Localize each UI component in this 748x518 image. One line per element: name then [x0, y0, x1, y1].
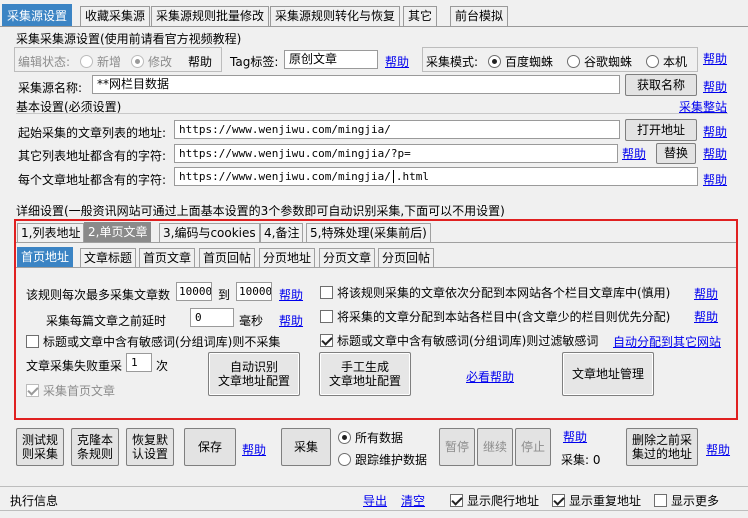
each-url-input[interactable]: https://www.wenjiwu.com/mingjia/.html — [174, 167, 698, 186]
clear-link[interactable]: 清空 — [401, 492, 425, 509]
each-url-label: 每个文章地址都含有的字符: — [18, 173, 167, 187]
detail-tab-encoding[interactable]: 3,编码与cookies — [159, 223, 260, 242]
detail-tab-special[interactable]: 5,特殊处理(采集前后) — [306, 223, 431, 242]
auto-assign-link[interactable]: 自动分配到其它网站 — [613, 333, 721, 350]
filter-sensitive-checkbox[interactable]: 标题或文章中含有敏感词(分组词库)则过滤敏感词 — [320, 332, 598, 349]
help-delete[interactable]: 帮助 — [706, 441, 730, 458]
log-title: 执行信息 — [10, 494, 59, 508]
sensitive-skip-checkbox[interactable]: 标题或文章中含有敏感词(分组词库)则不采集 — [26, 333, 280, 350]
help-save[interactable]: 帮助 — [242, 441, 266, 458]
show-duplicate-checkbox[interactable]: 显示重复地址 — [552, 492, 641, 509]
help-opt2[interactable]: 帮助 — [694, 308, 718, 325]
radio-track-data[interactable]: 跟踪维护数据 — [338, 451, 427, 468]
edit-state-label: 编辑状态: — [18, 55, 71, 69]
continue-button[interactable]: 继续 — [477, 428, 513, 466]
delay-input[interactable]: 0 — [190, 308, 234, 327]
radio-baidu[interactable]: 百度蜘蛛 — [488, 53, 553, 70]
retry-unit: 次 — [156, 359, 169, 373]
tab-favorites[interactable]: 收藏采集源 — [80, 6, 151, 26]
open-url-button[interactable]: 打开地址 — [625, 119, 697, 141]
show-crawl-checkbox[interactable]: 显示爬行地址 — [450, 492, 539, 509]
max-articles-label: 该规则每次最多采集文章数 — [26, 288, 171, 302]
ms-label: 毫秒 — [239, 314, 264, 328]
help-edit[interactable]: 帮助 — [188, 53, 212, 70]
page-tab-page-reply[interactable]: 分页回帖 — [378, 248, 435, 267]
tab-source-settings[interactable]: 采集源设置 — [2, 4, 73, 27]
radio-google[interactable]: 谷歌蜘蛛 — [567, 53, 632, 70]
source-name-input[interactable]: **网栏目数据 — [92, 75, 620, 94]
collect-button[interactable]: 采集 — [281, 428, 331, 466]
retry-label: 文章采集失败重采 — [26, 359, 123, 373]
tag-input[interactable]: 原创文章 — [284, 50, 378, 69]
retry-input[interactable]: 1 — [126, 353, 152, 372]
to-label: 到 — [218, 288, 231, 302]
detail-title: 详细设置(一般资讯网站可通过上面基本设置的3个参数即可自动识别采集,下面可以不用… — [16, 204, 505, 218]
manual-generate-button[interactable]: 手工生成 文章地址配置 — [319, 352, 411, 396]
export-link[interactable]: 导出 — [363, 492, 387, 509]
radio-all-data[interactable]: 所有数据 — [338, 429, 403, 446]
page-tab-title[interactable]: 文章标题 — [80, 248, 137, 267]
max-from-input[interactable]: 10000 — [176, 282, 212, 301]
delete-collected-button[interactable]: 删除之前采 集过的地址 — [626, 428, 698, 466]
auto-detect-button[interactable]: 自动识别 文章地址配置 — [208, 352, 300, 396]
pause-button[interactable]: 暂停 — [439, 428, 475, 466]
tag-label: Tag标签: — [230, 55, 279, 69]
assign-priority-checkbox[interactable]: 将采集的文章分配到本站各栏目中(含文章少的栏目则优先分配) — [320, 308, 670, 325]
help-opt1[interactable]: 帮助 — [694, 285, 718, 302]
help-replace[interactable]: 帮助 — [703, 145, 727, 162]
help-collect[interactable]: 帮助 — [563, 428, 587, 445]
detail-tab-list[interactable]: 1,列表地址 — [17, 223, 85, 242]
radio-new[interactable]: 新增 — [80, 53, 121, 70]
clone-rule-button[interactable]: 克隆本 条规则 — [71, 428, 119, 466]
start-url-input[interactable]: https://www.wenjiwu.com/mingjia/ — [174, 120, 620, 139]
section-title: 采集采集源设置(使用前请看官方视频教程) — [16, 32, 242, 46]
help-delay[interactable]: 帮助 — [279, 312, 303, 329]
url-manage-button[interactable]: 文章地址管理 — [562, 352, 654, 396]
page-tab-page-article[interactable]: 分页文章 — [319, 248, 376, 267]
tab-other[interactable]: 其它 — [403, 6, 438, 26]
test-rule-button[interactable]: 测试规 则采集 — [16, 428, 64, 466]
max-to-input[interactable]: 10000 — [236, 282, 272, 301]
replace-button[interactable]: 替换 — [656, 143, 696, 164]
radio-modify[interactable]: 修改 — [131, 53, 172, 70]
tab-batch-modify[interactable]: 采集源规则批量修改 — [151, 6, 270, 26]
help-each[interactable]: 帮助 — [703, 171, 727, 188]
help-tag[interactable]: 帮助 — [385, 53, 409, 70]
first-article-checkbox[interactable]: 采集首页文章 — [26, 382, 115, 399]
help-start[interactable]: 帮助 — [703, 123, 727, 140]
delay-label: 采集每篇文章之前延时 — [46, 314, 167, 328]
source-name-label: 采集源名称: — [18, 81, 83, 95]
collect-count: 采集: 0 — [561, 453, 601, 467]
mode-label: 采集模式: — [426, 55, 479, 69]
page-tab-page-url[interactable]: 分页地址 — [259, 248, 316, 267]
help-max[interactable]: 帮助 — [279, 286, 303, 303]
page-tab-first-article[interactable]: 首页文章 — [139, 248, 196, 267]
must-read-help[interactable]: 必看帮助 — [466, 368, 514, 385]
other-list-input[interactable]: https://www.wenjiwu.com/mingjia/?p= — [174, 144, 618, 163]
show-more-checkbox[interactable]: 显示更多 — [654, 492, 719, 509]
restore-default-button[interactable]: 恢复默 认设置 — [126, 428, 174, 466]
detail-tab-note[interactable]: 4,备注 — [260, 223, 304, 242]
tab-frontend-sim[interactable]: 前台模拟 — [450, 6, 509, 26]
help-mode[interactable]: 帮助 — [703, 50, 727, 67]
get-name-button[interactable]: 获取名称 — [625, 74, 697, 96]
start-url-label: 起始采集的文章列表的地址: — [18, 126, 167, 140]
assign-sequential-checkbox[interactable]: 将该规则采集的文章依次分配到本网站各个栏目文章库中(慎用) — [320, 284, 670, 301]
radio-local[interactable]: 本机 — [646, 53, 687, 70]
detail-tab-single[interactable]: 2,单页文章 — [84, 222, 152, 242]
page-tab-first-url[interactable]: 首页地址 — [17, 247, 74, 267]
page-tab-first-reply[interactable]: 首页回帖 — [199, 248, 256, 267]
other-list-label: 其它列表地址都含有的字符: — [18, 149, 167, 163]
tab-convert-restore[interactable]: 采集源规则转化与恢复 — [270, 6, 401, 26]
stop-button[interactable]: 停止 — [515, 428, 551, 466]
help-other[interactable]: 帮助 — [622, 145, 646, 162]
save-button[interactable]: 保存 — [184, 428, 236, 466]
help-source[interactable]: 帮助 — [703, 78, 727, 95]
